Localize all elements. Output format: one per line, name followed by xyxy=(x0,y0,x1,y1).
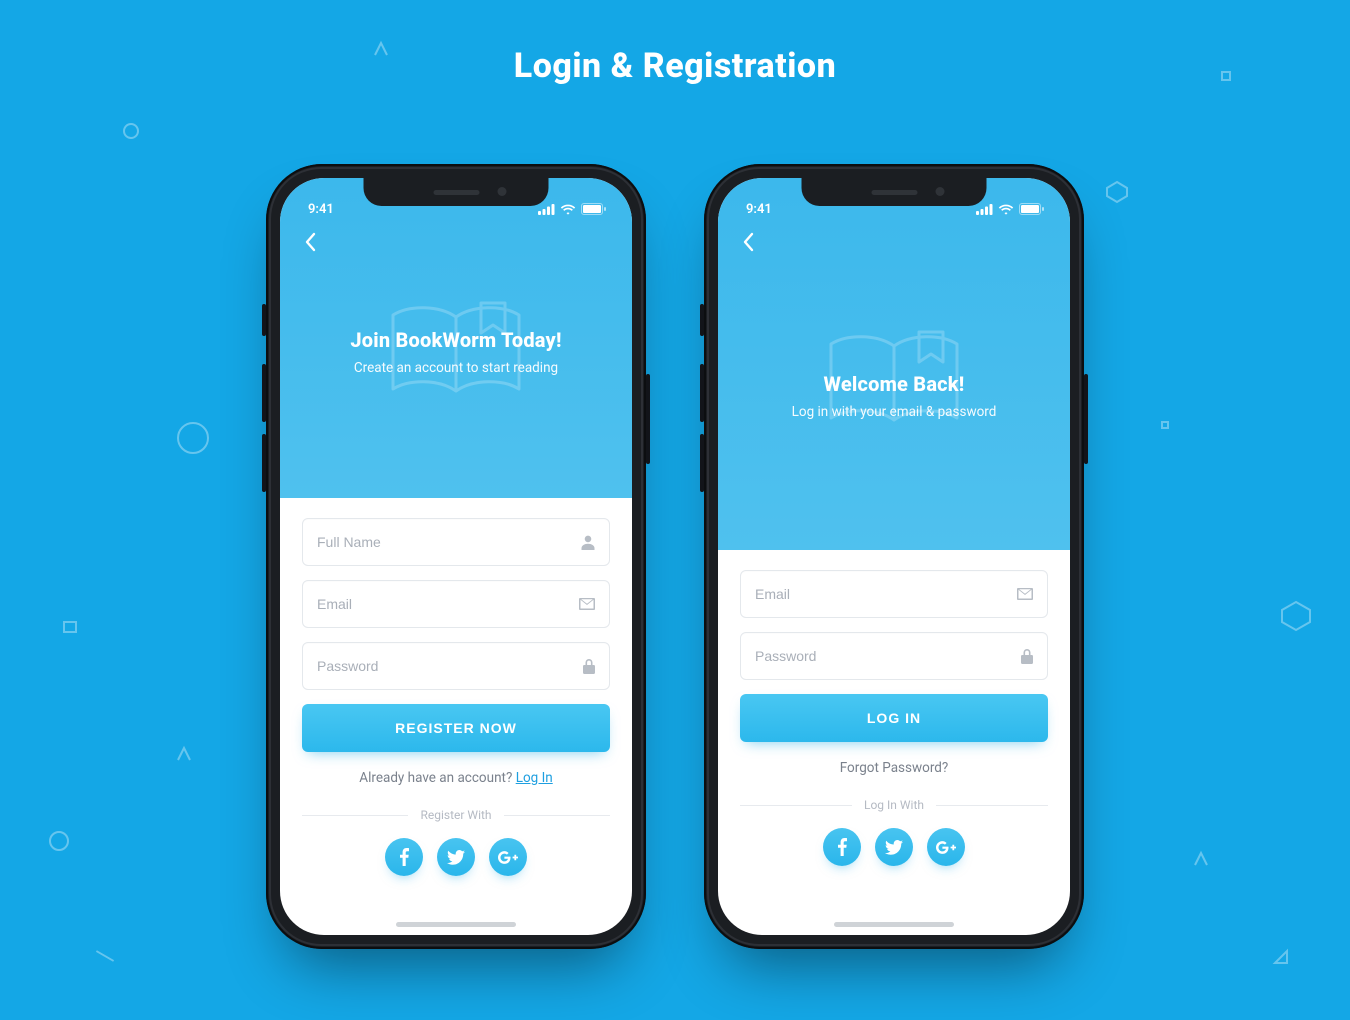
lock-icon xyxy=(1021,649,1033,664)
login-prompt-text: Already have an account? xyxy=(359,770,515,786)
back-button[interactable] xyxy=(296,228,324,256)
social-twitter-button[interactable] xyxy=(437,838,475,876)
chevron-left-icon xyxy=(304,232,316,252)
person-icon xyxy=(581,535,595,550)
password-input[interactable] xyxy=(755,648,1021,664)
mail-icon xyxy=(1017,588,1033,600)
login-with-divider: Log In With xyxy=(740,798,1048,812)
page-title: Login & Registration xyxy=(0,0,1350,86)
name-field[interactable] xyxy=(302,518,610,566)
social-google-plus-button[interactable] xyxy=(489,838,527,876)
login-form: LOG IN Forgot Password? Log In With xyxy=(718,550,1070,866)
password-input[interactable] xyxy=(317,658,583,674)
login-subtitle: Log in with your email & password xyxy=(718,404,1070,420)
back-button[interactable] xyxy=(734,228,762,256)
social-facebook-button[interactable] xyxy=(385,838,423,876)
signal-icon xyxy=(538,204,555,215)
register-with-label: Register With xyxy=(420,808,491,822)
home-indicator xyxy=(396,922,516,927)
facebook-icon xyxy=(838,838,847,856)
mail-icon xyxy=(579,598,595,610)
chevron-left-icon xyxy=(742,232,754,252)
battery-icon xyxy=(581,203,606,215)
email-field[interactable] xyxy=(302,580,610,628)
book-icon xyxy=(381,297,531,411)
social-facebook-button[interactable] xyxy=(823,828,861,866)
login-prompt: Already have an account? Log In xyxy=(302,770,610,786)
lock-icon xyxy=(583,659,595,674)
register-button[interactable]: REGISTER NOW xyxy=(302,704,610,752)
registration-subtitle: Create an account to start reading xyxy=(280,360,632,376)
email-input[interactable] xyxy=(755,586,1017,602)
name-input[interactable] xyxy=(317,534,581,550)
login-button[interactable]: LOG IN xyxy=(740,694,1048,742)
forgot-password-link[interactable]: Forgot Password? xyxy=(840,760,949,776)
email-input[interactable] xyxy=(317,596,579,612)
status-time: 9:41 xyxy=(746,202,772,217)
google-plus-icon xyxy=(498,851,518,864)
login-title: Welcome Back! xyxy=(718,372,1070,396)
wifi-icon xyxy=(998,204,1014,215)
battery-icon xyxy=(1019,203,1044,215)
signal-icon xyxy=(976,204,993,215)
twitter-icon xyxy=(885,840,903,855)
login-with-label: Log In With xyxy=(864,798,924,812)
login-link[interactable]: Log In xyxy=(516,770,553,786)
login-hero: 9:41 Welcome Back! Log in with your emai xyxy=(718,178,1070,550)
phone-registration: 9:41 Join BookWorm Today! Create an acco xyxy=(266,164,646,949)
home-indicator xyxy=(834,922,954,927)
google-plus-icon xyxy=(936,841,956,854)
phone-notch xyxy=(364,178,549,206)
password-field[interactable] xyxy=(302,642,610,690)
phone-login: 9:41 Welcome Back! Log in with your emai xyxy=(704,164,1084,949)
email-field[interactable] xyxy=(740,570,1048,618)
password-field[interactable] xyxy=(740,632,1048,680)
registration-form: REGISTER NOW Already have an account? Lo… xyxy=(280,498,632,876)
registration-title: Join BookWorm Today! xyxy=(280,328,632,352)
registration-hero: 9:41 Join BookWorm Today! Create an acco xyxy=(280,178,632,498)
register-with-divider: Register With xyxy=(302,808,610,822)
status-time: 9:41 xyxy=(308,202,334,217)
social-twitter-button[interactable] xyxy=(875,828,913,866)
social-google-plus-button[interactable] xyxy=(927,828,965,866)
twitter-icon xyxy=(447,850,465,865)
phone-notch xyxy=(802,178,987,206)
wifi-icon xyxy=(560,204,576,215)
facebook-icon xyxy=(400,848,409,866)
